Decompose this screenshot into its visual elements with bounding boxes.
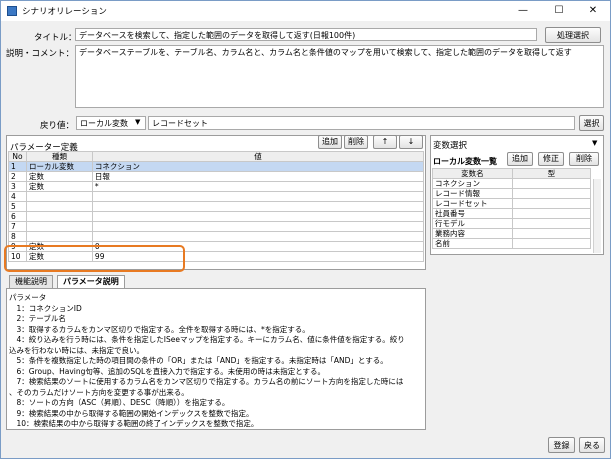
table-row[interactable]: 5 [8, 201, 425, 212]
window-title: シナリオリレーション [22, 7, 107, 17]
variable-table: 変数名 型 コネクション レコード情報 レコードセット 社員番号 行モデル 業務… [432, 168, 592, 249]
description-textarea[interactable]: データベーステーブルを、テーブル名、カラム名と、カラム名と条件値のマップを用いて… [75, 45, 604, 108]
back-button[interactable]: 戻る [579, 437, 605, 453]
process-select-button[interactable]: 処理選択 [545, 27, 601, 43]
return-type-value: ローカル変数 [80, 119, 128, 128]
list-item[interactable]: 業務内容 [432, 228, 592, 239]
list-item[interactable]: 社員番号 [432, 208, 592, 219]
col-no: No [8, 151, 27, 162]
local-variable-list-label: ローカル変数一覧 [433, 157, 497, 166]
param-add-button[interactable]: 追加 [318, 135, 342, 149]
col-var-type: 型 [511, 168, 592, 179]
scenario-relation-window: シナリオリレーション — ☐ ✕ タイトル： データベースを検索して、指定した範… [0, 0, 611, 459]
highlight-box [4, 245, 185, 272]
title-bar: シナリオリレーション — ☐ ✕ [1, 1, 610, 21]
table-row[interactable]: 4 [8, 191, 425, 202]
variable-scrollbar[interactable] [593, 179, 601, 253]
variable-panel-header: 変数選択 [433, 141, 468, 151]
parameter-description-text: パラメータ 1：コネクションID 2：テーブル名 3：取得するカラムをカンマ区切… [9, 293, 405, 427]
list-item[interactable]: レコード情報 [432, 188, 592, 199]
chevron-down-icon[interactable]: ▼ [592, 139, 597, 147]
table-row[interactable]: 8 [8, 231, 425, 242]
close-icon[interactable]: ✕ [576, 1, 610, 21]
var-add-button[interactable]: 追加 [507, 152, 533, 166]
param-delete-button[interactable]: 削除 [344, 135, 368, 149]
col-type: 種類 [25, 151, 93, 162]
table-row[interactable]: 7 [8, 221, 425, 232]
tab-function-description[interactable]: 機能説明 [9, 275, 53, 288]
table-row[interactable]: 6 [8, 211, 425, 222]
list-item[interactable]: レコードセット [432, 198, 592, 209]
col-value: 値 [91, 151, 425, 162]
select-button[interactable]: 選択 [579, 115, 604, 131]
param-down-button[interactable]: ↓ [399, 135, 423, 149]
table-row[interactable]: 3 定数 * [8, 181, 425, 192]
list-item[interactable]: 行モデル [432, 218, 592, 229]
register-button[interactable]: 登録 [548, 437, 575, 453]
title-input[interactable]: データベースを検索して、指定した範囲のデータを取得して返す(日報100件) [75, 28, 537, 41]
list-item[interactable]: 名前 [432, 238, 592, 249]
list-item[interactable]: コネクション [432, 178, 592, 189]
chevron-down-icon[interactable]: ▼ [135, 118, 140, 126]
table-row[interactable]: 1 ローカル変数 コネクション [8, 161, 425, 172]
return-label: 戻り値： [40, 121, 75, 131]
title-label: タイトル： [34, 33, 77, 43]
param-up-button[interactable]: ↑ [373, 135, 397, 149]
col-var-name: 変数名 [432, 168, 513, 179]
minimize-icon[interactable]: — [506, 1, 540, 21]
maximize-icon[interactable]: ☐ [542, 1, 576, 21]
description-label: 説明・コメント： [6, 49, 75, 59]
var-delete-button[interactable]: 削除 [569, 152, 599, 166]
table-row[interactable]: 2 定数 日報 [8, 171, 425, 182]
app-icon [7, 6, 17, 16]
return-value-input[interactable]: レコードセット [148, 116, 575, 130]
tab-parameter-description[interactable]: パラメータ説明 [57, 275, 125, 288]
var-edit-button[interactable]: 修正 [538, 152, 564, 166]
